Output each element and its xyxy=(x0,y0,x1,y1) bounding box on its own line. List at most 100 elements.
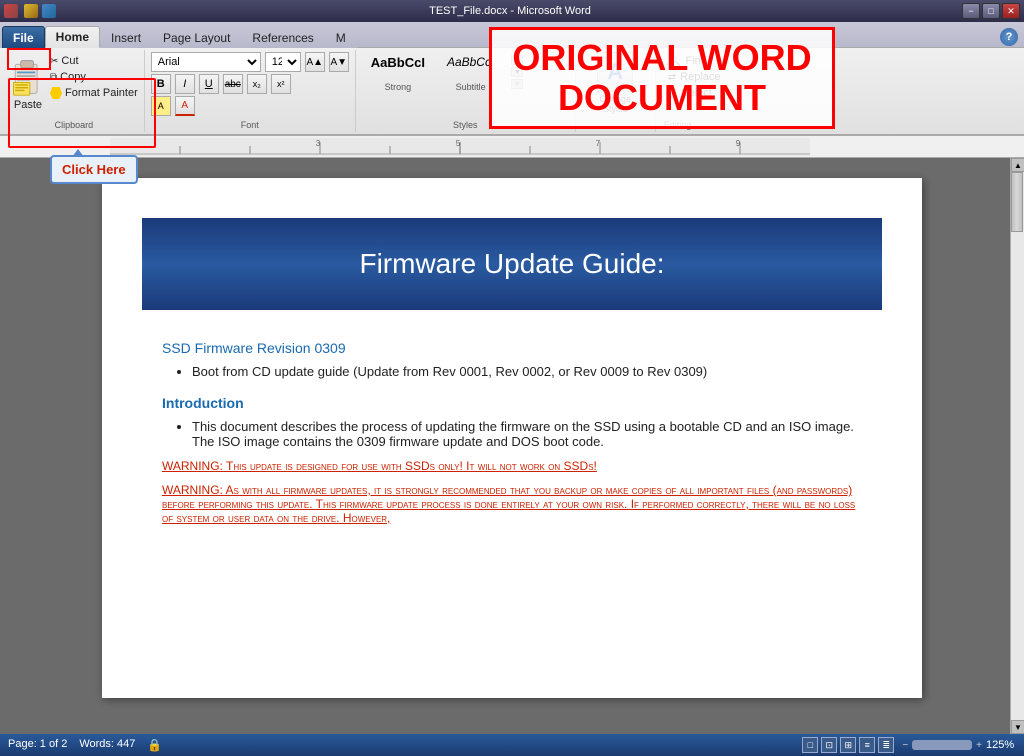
ruler-svg: 3 5 7 9 xyxy=(110,138,810,156)
title-bar: TEST_File.docx - Microsoft Word − □ ✕ xyxy=(0,0,1024,22)
styles-group-label: Styles xyxy=(362,116,569,130)
page-indicator: Page: 1 of 2 xyxy=(8,738,67,752)
tab-page-layout[interactable]: Page Layout xyxy=(152,26,241,48)
right-scrollbar: ▲ ▼ xyxy=(1010,158,1024,734)
status-bar: Page: 1 of 2 Words: 447 🔒 □ ⊡ ⊞ ≡ ≣ − + … xyxy=(0,734,1024,756)
section1-bullets: Boot from CD update guide (Update from R… xyxy=(192,364,862,379)
cut-button[interactable]: ✂ Cut xyxy=(48,54,140,68)
section2-bullet-1: This document describes the process of u… xyxy=(192,419,862,449)
section2-bullets: This document describes the process of u… xyxy=(192,419,862,449)
spell-check-icon: 🔒 xyxy=(147,738,162,752)
minimize-button[interactable]: − xyxy=(962,3,980,19)
status-right: □ ⊡ ⊞ ≡ ≣ − + 125% xyxy=(802,737,1016,753)
zoom-in-button[interactable]: + xyxy=(976,740,982,751)
document-scroll-area[interactable]: Firmware Update Guide: SSD Firmware Revi… xyxy=(14,158,1010,734)
ribbon-tab-bar: File Home Insert Page Layout References … xyxy=(0,22,1024,48)
find-button[interactable]: 🔍 Find xyxy=(664,52,725,69)
scroll-track[interactable] xyxy=(1011,172,1024,720)
font-row-3: A A xyxy=(151,96,349,116)
subtitle-style: AaBbCc. Subtitle xyxy=(438,52,503,92)
styles-group: AaBbCcI Strong AaBbCc. Subtitle ▲ ▼ ▿ St… xyxy=(356,50,576,132)
scroll-down-button[interactable]: ▼ xyxy=(1011,720,1024,734)
select-icon: ⬚ xyxy=(668,88,677,99)
scroll-thumb[interactable] xyxy=(1011,172,1023,232)
styles-row: AaBbCcI Strong AaBbCc. Subtitle ▲ ▼ ▿ xyxy=(362,52,569,92)
cut-icon: ✂ xyxy=(50,56,58,67)
superscript-button[interactable]: x² xyxy=(271,74,291,94)
italic-button[interactable]: I xyxy=(175,74,195,94)
find-icon: 🔍 xyxy=(668,54,682,67)
replace-icon: ⇄ xyxy=(668,72,676,83)
zoom-out-button[interactable]: − xyxy=(902,740,908,751)
view-buttons: □ ⊡ ⊞ ≡ ≣ xyxy=(802,737,894,753)
word-count: Words: 447 xyxy=(79,738,135,752)
subtitle-label: Subtitle xyxy=(456,82,486,92)
strong-style: AaBbCcI Strong xyxy=(362,52,434,92)
editing-group: 🔍 Find ⇄ Replace ⬚ Select Editing xyxy=(656,50,733,132)
styles-arrow: ▲ ▼ ▿ xyxy=(511,55,523,89)
font-group-label: Font xyxy=(145,120,355,130)
strong-label: Strong xyxy=(385,82,412,92)
warning-text-1: WARNING: This update is designed for use… xyxy=(162,459,862,473)
change-styles-group: A ChangeStyles xyxy=(576,50,656,132)
section1-bullet-1: Boot from CD update guide (Update from R… xyxy=(192,364,862,379)
styles-expand-arrow[interactable]: ▿ xyxy=(511,79,523,89)
scroll-up-button[interactable]: ▲ xyxy=(1011,158,1024,172)
font-color-button[interactable]: A xyxy=(175,96,195,116)
format-painter-annotation xyxy=(8,78,156,148)
document-page: Firmware Update Guide: SSD Firmware Revi… xyxy=(102,178,922,698)
maximize-button[interactable]: □ xyxy=(982,3,1000,19)
styles-down-arrow[interactable]: ▼ xyxy=(511,67,523,77)
document-title-block: Firmware Update Guide: xyxy=(142,218,882,310)
font-group: Arial 12 A▲ A▼ B I U abc x₂ x² A A Font xyxy=(145,50,356,132)
svg-text:9: 9 xyxy=(736,139,741,148)
svg-text:5: 5 xyxy=(456,139,461,148)
draft-button[interactable]: ≣ xyxy=(878,737,894,753)
status-left: Page: 1 of 2 Words: 447 🔒 xyxy=(8,738,162,752)
change-styles-button[interactable]: A ChangeStyles xyxy=(597,52,633,114)
styles-scroll: ▲ ▼ ▿ xyxy=(511,55,523,89)
change-styles-icon: A xyxy=(597,52,633,92)
document-title: Firmware Update Guide: xyxy=(359,248,664,279)
replace-button[interactable]: ⇄ Replace xyxy=(664,69,725,85)
tab-insert[interactable]: Insert xyxy=(100,26,152,48)
styles-up-arrow[interactable]: ▲ xyxy=(511,55,523,65)
print-layout-button[interactable]: □ xyxy=(802,737,818,753)
select-button[interactable]: ⬚ Select xyxy=(664,85,725,101)
font-name-select[interactable]: Arial xyxy=(151,52,261,72)
help-button[interactable]: ? xyxy=(1000,28,1018,46)
font-row-1: Arial 12 A▲ A▼ xyxy=(151,52,349,72)
editing-group-label: Editing xyxy=(664,120,725,130)
close-button[interactable]: ✕ xyxy=(1002,3,1020,19)
tab-extra[interactable]: M xyxy=(325,26,357,48)
change-styles-label: ChangeStyles xyxy=(599,94,631,114)
ribbon-content: Paste ✂ Cut ⧉ Copy Format Painter Clipbo… xyxy=(0,48,1024,136)
subscript-button[interactable]: x₂ xyxy=(247,74,267,94)
zoom-level: 125% xyxy=(986,739,1016,751)
strikethrough-button[interactable]: abc xyxy=(223,74,243,94)
outline-button[interactable]: ≡ xyxy=(859,737,875,753)
click-here-bubble[interactable]: Click Here xyxy=(50,155,138,184)
font-row-2: B I U abc x₂ x² xyxy=(151,74,349,94)
document-area: Firmware Update Guide: SSD Firmware Revi… xyxy=(0,158,1024,734)
tab-home[interactable]: Home xyxy=(45,26,100,48)
tab-references[interactable]: References xyxy=(241,26,324,48)
warning-text-2: WARNING: As with all firmware updates, i… xyxy=(162,483,862,525)
tab-file[interactable]: File xyxy=(2,26,45,48)
strong-style-button[interactable]: AaBbCcI xyxy=(362,52,434,82)
svg-text:7: 7 xyxy=(596,139,601,148)
underline-button[interactable]: U xyxy=(199,74,219,94)
subtitle-style-button[interactable]: AaBbCc. xyxy=(438,52,503,82)
zoom-area: − + 125% xyxy=(902,739,1016,751)
left-margin xyxy=(0,158,14,734)
font-shrink-button[interactable]: A▼ xyxy=(329,52,349,72)
full-screen-button[interactable]: ⊡ xyxy=(821,737,837,753)
font-grow-button[interactable]: A▲ xyxy=(305,52,325,72)
title-bar-text: TEST_File.docx - Microsoft Word xyxy=(58,5,962,17)
web-layout-button[interactable]: ⊞ xyxy=(840,737,856,753)
font-size-select[interactable]: 12 xyxy=(265,52,301,72)
section2-title: Introduction xyxy=(162,395,862,411)
section1-title: SSD Firmware Revision 0309 xyxy=(162,340,862,356)
zoom-slider[interactable] xyxy=(912,740,972,750)
svg-text:3: 3 xyxy=(316,139,321,148)
